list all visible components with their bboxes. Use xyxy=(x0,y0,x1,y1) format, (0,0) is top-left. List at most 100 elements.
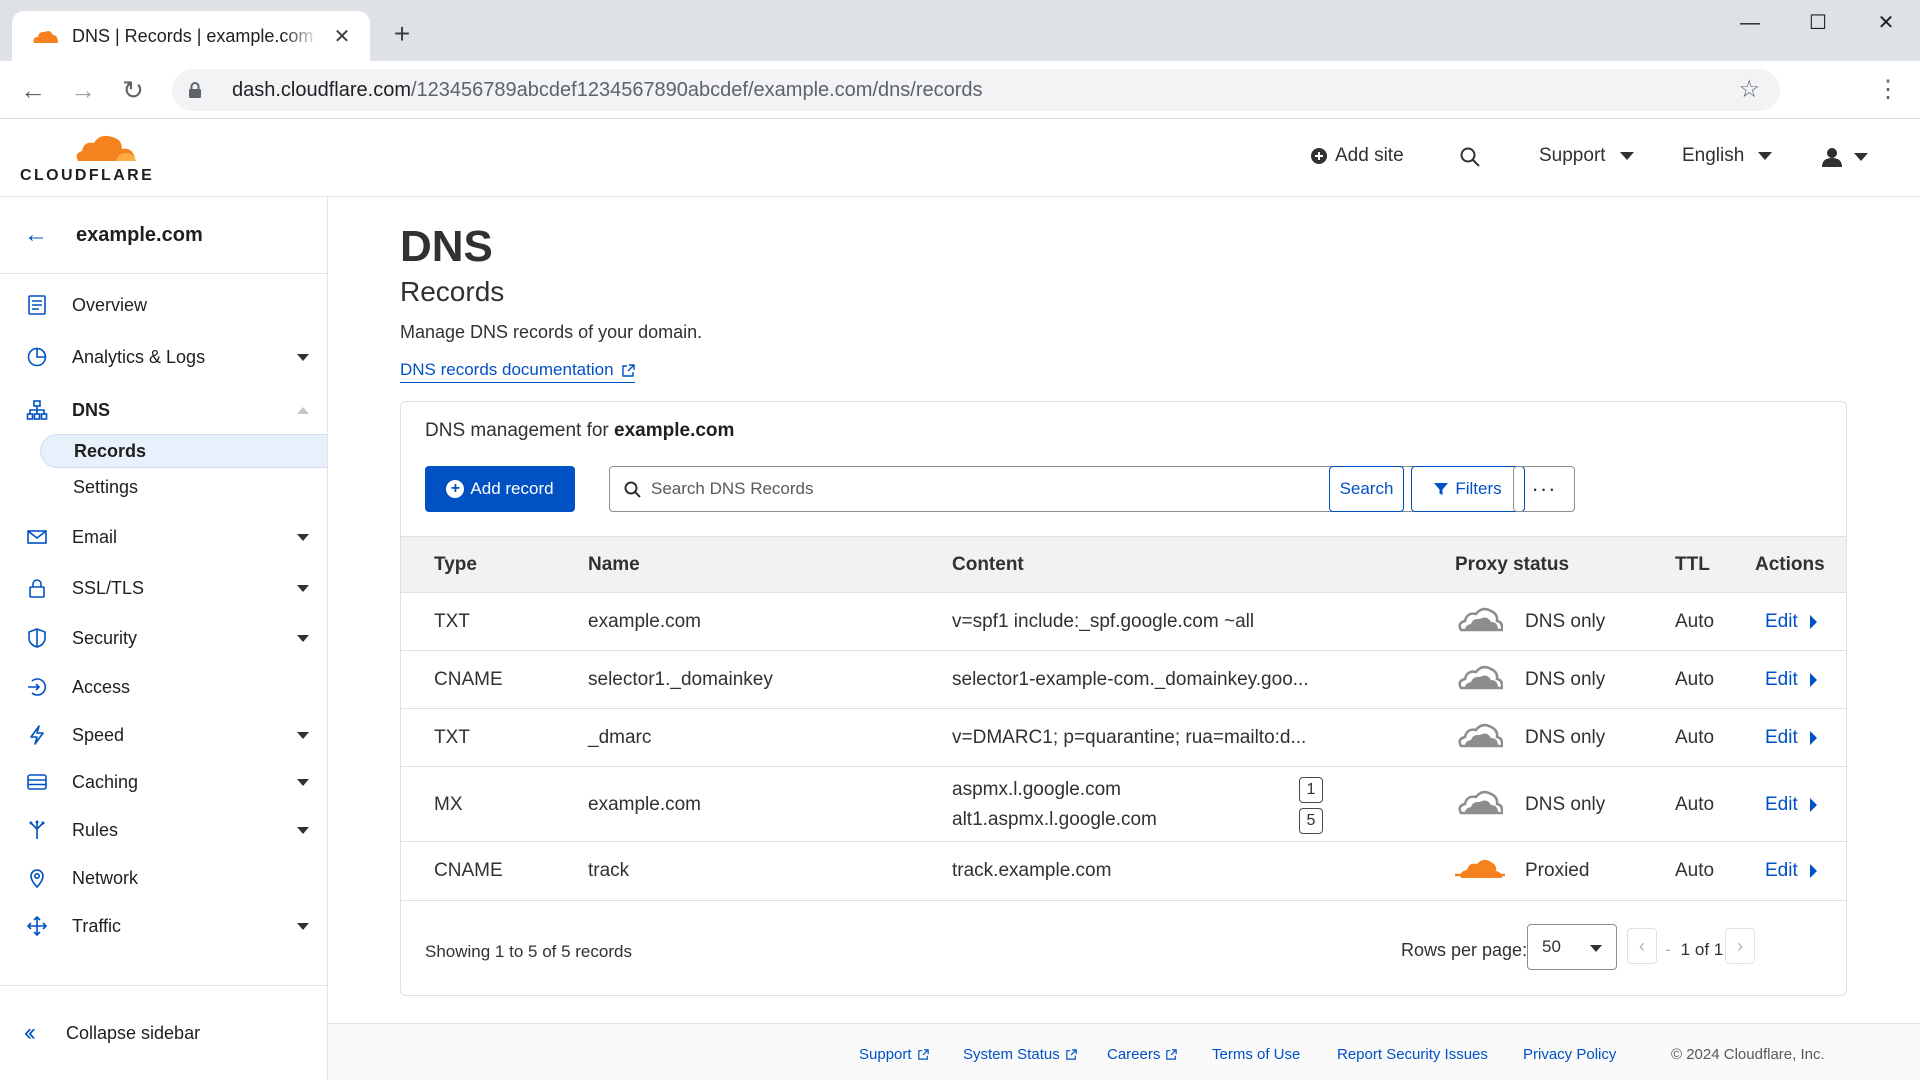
table-row[interactable]: TXT example.com v=spf1 include:_spf.goog… xyxy=(401,593,1846,651)
maximize-icon[interactable]: ☐ xyxy=(1796,8,1840,38)
cloud-dns-only-icon xyxy=(1458,723,1503,748)
proxy-status: DNS only xyxy=(1525,611,1606,632)
table-row[interactable]: MX example.com aspmx.l.google.com alt1.a… xyxy=(401,767,1846,842)
close-window-icon[interactable]: ✕ xyxy=(1864,8,1908,38)
sidebar-item-email[interactable]: Email xyxy=(0,517,327,557)
url-text: dash.cloudflare.com/123456789abcdef12345… xyxy=(232,79,983,102)
column-header-content[interactable]: Content xyxy=(952,554,1024,576)
footer-system-status-link[interactable]: System Status xyxy=(963,1046,1077,1063)
table-row[interactable]: TXT _dmarc v=DMARC1; p=quarantine; rua=m… xyxy=(401,709,1846,767)
sidebar-item-label: DNS xyxy=(72,399,111,420)
table-row[interactable]: CNAME selector1._domainkey selector1-exa… xyxy=(401,651,1846,709)
record-name: selector1._domainkey xyxy=(588,669,773,690)
sidebar-item-dns[interactable]: DNS xyxy=(0,390,327,430)
close-tab-icon[interactable]: ✕ xyxy=(330,24,354,49)
footer-support-link[interactable]: Support xyxy=(859,1046,929,1063)
column-header-type[interactable]: Type xyxy=(434,554,477,576)
footer-copyright: © 2024 Cloudflare, Inc. xyxy=(1671,1046,1825,1063)
external-link-icon xyxy=(621,363,635,377)
rows-per-page-select[interactable]: 50 xyxy=(1527,924,1617,970)
footer-privacy-link[interactable]: Privacy Policy xyxy=(1523,1046,1616,1063)
footer-link-label: Careers xyxy=(1107,1046,1161,1063)
record-name: _dmarc xyxy=(588,727,652,748)
card-title-prefix: DNS management for xyxy=(425,420,609,441)
envelope-icon xyxy=(27,530,47,544)
reload-icon[interactable]: ↻ xyxy=(116,73,150,107)
footer-report-security-link[interactable]: Report Security Issues xyxy=(1337,1046,1488,1063)
forward-icon[interactable]: → xyxy=(66,73,100,107)
external-link-icon xyxy=(917,1049,929,1060)
edit-record-button[interactable]: Edit xyxy=(1765,727,1817,749)
column-header-ttl[interactable]: TTL xyxy=(1675,554,1710,576)
sidebar-subitem-records[interactable]: Records xyxy=(40,434,327,468)
sidebar-domain: ← example.com xyxy=(0,197,327,274)
search-icon xyxy=(624,481,641,498)
bookmark-star-icon[interactable]: ☆ xyxy=(1738,78,1760,102)
search-button[interactable]: Search xyxy=(1329,466,1404,512)
language-dropdown[interactable]: English xyxy=(1682,145,1773,167)
card-title: DNS management for example.com xyxy=(425,420,734,442)
sidebar-item-traffic[interactable]: Traffic xyxy=(0,906,327,946)
dns-documentation-link[interactable]: DNS records documentation xyxy=(400,360,635,383)
more-options-button[interactable]: ··· xyxy=(1513,466,1575,512)
record-content-secondary: alt1.aspmx.l.google.com xyxy=(952,809,1157,830)
document-icon xyxy=(28,295,46,315)
column-header-name[interactable]: Name xyxy=(588,554,640,576)
edit-label: Edit xyxy=(1765,794,1798,815)
footer-careers-link[interactable]: Careers xyxy=(1107,1046,1178,1063)
record-ttl: Auto xyxy=(1675,669,1715,690)
page-title: DNS xyxy=(400,222,493,271)
url-omnibox[interactable]: dash.cloudflare.com/123456789abcdef12345… xyxy=(172,69,1780,111)
sidebar-item-label: Analytics & Logs xyxy=(72,346,206,367)
location-pin-icon xyxy=(30,869,44,889)
user-icon xyxy=(1822,148,1842,167)
collapse-sidebar-button[interactable]: ‹‹ Collapse sidebar xyxy=(0,985,327,1080)
table-row[interactable]: CNAME track track.example.com Proxied Au… xyxy=(401,842,1846,901)
minimize-icon[interactable]: — xyxy=(1728,8,1772,38)
page-separator: - xyxy=(1665,940,1671,959)
search-button-label: Search xyxy=(1339,479,1394,498)
add-site-label: Add site xyxy=(1335,145,1404,166)
add-site-button[interactable]: Add site xyxy=(1311,145,1404,167)
edit-record-button[interactable]: Edit xyxy=(1765,794,1817,816)
sidebar-item-access[interactable]: Access xyxy=(0,667,327,707)
new-tab-icon[interactable]: + xyxy=(388,20,416,48)
next-page-button[interactable]: › xyxy=(1725,928,1755,964)
back-icon[interactable]: ← xyxy=(16,73,50,107)
cloud-dns-only-icon xyxy=(1458,790,1503,815)
traffic-arrows-icon xyxy=(26,915,48,937)
search-icon[interactable] xyxy=(1460,147,1480,167)
sidebar-item-security[interactable]: Security xyxy=(0,618,327,658)
cloudflare-logo[interactable]: CLOUDFLARE xyxy=(20,133,160,185)
sidebar-item-network[interactable]: Network xyxy=(0,858,327,898)
logo-wordmark: CLOUDFLARE xyxy=(20,167,155,184)
sidebar-item-rules[interactable]: Rules xyxy=(0,810,327,850)
filters-button[interactable]: Filters xyxy=(1411,466,1525,512)
proxy-status: Proxied xyxy=(1525,860,1590,881)
sidebar-item-overview[interactable]: Overview xyxy=(0,285,327,325)
edit-label: Edit xyxy=(1765,860,1798,881)
user-menu[interactable] xyxy=(1822,147,1868,167)
edit-record-button[interactable]: Edit xyxy=(1765,860,1817,882)
sidebar-item-caching[interactable]: Caching xyxy=(0,762,327,802)
browser-menu-icon[interactable]: ⋮ xyxy=(1876,73,1900,107)
page-footer: Support System Status Careers Terms of U… xyxy=(328,1023,1920,1080)
edit-record-button[interactable]: Edit xyxy=(1765,669,1817,691)
add-record-button[interactable]: + Add record xyxy=(425,466,575,512)
footer-terms-link[interactable]: Terms of Use xyxy=(1212,1046,1300,1063)
sidebar-item-analytics[interactable]: Analytics & Logs xyxy=(0,337,327,377)
lock-icon xyxy=(188,81,208,99)
support-dropdown[interactable]: Support xyxy=(1539,145,1634,167)
page-total: of 1 xyxy=(1694,940,1724,959)
add-record-label: Add record xyxy=(470,479,554,498)
chevron-down-icon xyxy=(297,635,309,642)
external-link-icon xyxy=(1065,1049,1077,1060)
sidebar-subitem-settings[interactable]: Settings xyxy=(40,470,327,504)
sidebar-item-speed[interactable]: Speed xyxy=(0,715,327,755)
sidebar-item-ssl-tls[interactable]: SSL/TLS xyxy=(0,568,327,608)
back-arrow-icon[interactable]: ← xyxy=(24,221,48,249)
browser-tab[interactable]: DNS | Records | example.com | Cloudflare… xyxy=(12,11,370,61)
previous-page-button[interactable]: ‹ xyxy=(1627,928,1657,964)
edit-record-button[interactable]: Edit xyxy=(1765,611,1817,633)
column-header-proxy-status[interactable]: Proxy status xyxy=(1455,554,1569,576)
